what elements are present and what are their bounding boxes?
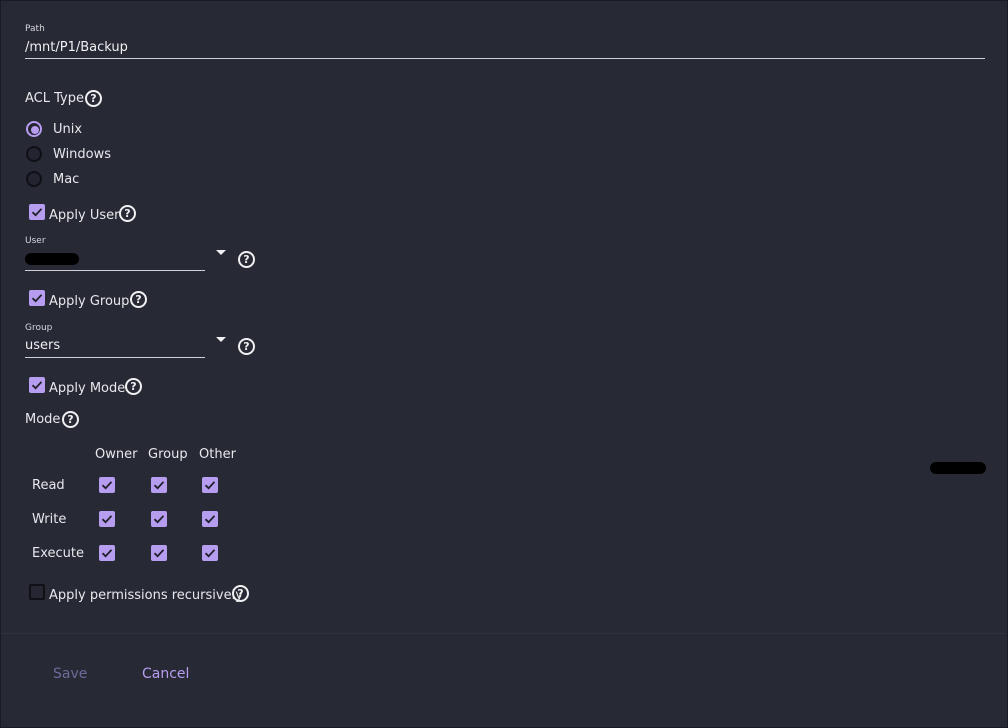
- mode-column-owner: Owner: [95, 447, 138, 462]
- write-owner-checkbox[interactable]: [99, 511, 115, 527]
- check-icon: [31, 294, 43, 303]
- path-input[interactable]: /mnt/P1/Backup: [25, 40, 128, 55]
- check-icon: [31, 381, 43, 390]
- check-icon: [153, 515, 165, 524]
- help-icon[interactable]: ?: [85, 90, 102, 107]
- help-icon[interactable]: ?: [125, 378, 142, 395]
- mode-row-execute: Execute: [32, 546, 84, 561]
- redacted-user-value: [25, 253, 79, 265]
- radio-mac[interactable]: [26, 171, 42, 187]
- path-label: Path: [25, 24, 45, 34]
- execute-owner-checkbox[interactable]: [99, 545, 115, 561]
- group-input[interactable]: users: [25, 338, 60, 353]
- mode-row-write: Write: [32, 512, 67, 527]
- help-icon[interactable]: ?: [130, 291, 147, 308]
- path-underline: [25, 58, 985, 59]
- help-icon[interactable]: ?: [232, 585, 249, 602]
- acl-type-label: ACL Type: [25, 91, 84, 106]
- recursive-checkbox[interactable]: [29, 584, 45, 600]
- radio-mac-label: Mac: [53, 172, 80, 187]
- read-owner-checkbox[interactable]: [99, 477, 115, 493]
- apply-group-checkbox[interactable]: [29, 290, 45, 306]
- mode-label: Mode: [25, 412, 61, 427]
- check-icon: [101, 549, 113, 558]
- save-button[interactable]: Save: [53, 666, 87, 682]
- check-icon: [204, 515, 216, 524]
- help-icon[interactable]: ?: [62, 411, 79, 428]
- write-group-checkbox[interactable]: [151, 511, 167, 527]
- mode-column-other: Other: [199, 447, 236, 462]
- help-icon[interactable]: ?: [238, 338, 255, 355]
- recursive-label: Apply permissions recursively: [49, 588, 243, 603]
- radio-unix-label: Unix: [53, 122, 83, 137]
- group-underline: [25, 357, 205, 358]
- read-group-checkbox[interactable]: [151, 477, 167, 493]
- apply-user-checkbox[interactable]: [29, 204, 45, 220]
- check-icon: [153, 549, 165, 558]
- check-icon: [204, 481, 216, 490]
- apply-mode-label: Apply Mode: [49, 381, 126, 396]
- user-label: User: [25, 236, 46, 246]
- dialog-frame: [0, 0, 1008, 728]
- caret-down-icon[interactable]: [216, 337, 226, 342]
- mode-row-read: Read: [32, 478, 65, 493]
- check-icon: [101, 481, 113, 490]
- check-icon: [101, 515, 113, 524]
- execute-other-checkbox[interactable]: [202, 545, 218, 561]
- group-label: Group: [25, 323, 53, 333]
- write-other-checkbox[interactable]: [202, 511, 218, 527]
- user-underline: [25, 270, 205, 271]
- help-icon[interactable]: ?: [119, 205, 136, 222]
- apply-mode-checkbox[interactable]: [29, 377, 45, 393]
- execute-group-checkbox[interactable]: [151, 545, 167, 561]
- mode-column-group: Group: [148, 447, 188, 462]
- read-other-checkbox[interactable]: [202, 477, 218, 493]
- check-icon: [31, 208, 43, 217]
- check-icon: [153, 481, 165, 490]
- apply-group-label: Apply Group: [49, 294, 130, 309]
- cancel-button[interactable]: Cancel: [142, 666, 189, 682]
- apply-user-label: Apply User: [49, 208, 120, 223]
- radio-unix[interactable]: [26, 121, 42, 137]
- help-icon[interactable]: ?: [238, 251, 255, 268]
- radio-windows-label: Windows: [53, 147, 112, 162]
- radio-windows[interactable]: [26, 146, 42, 162]
- redacted-mode-value: [930, 462, 986, 474]
- caret-down-icon[interactable]: [216, 250, 226, 255]
- check-icon: [204, 549, 216, 558]
